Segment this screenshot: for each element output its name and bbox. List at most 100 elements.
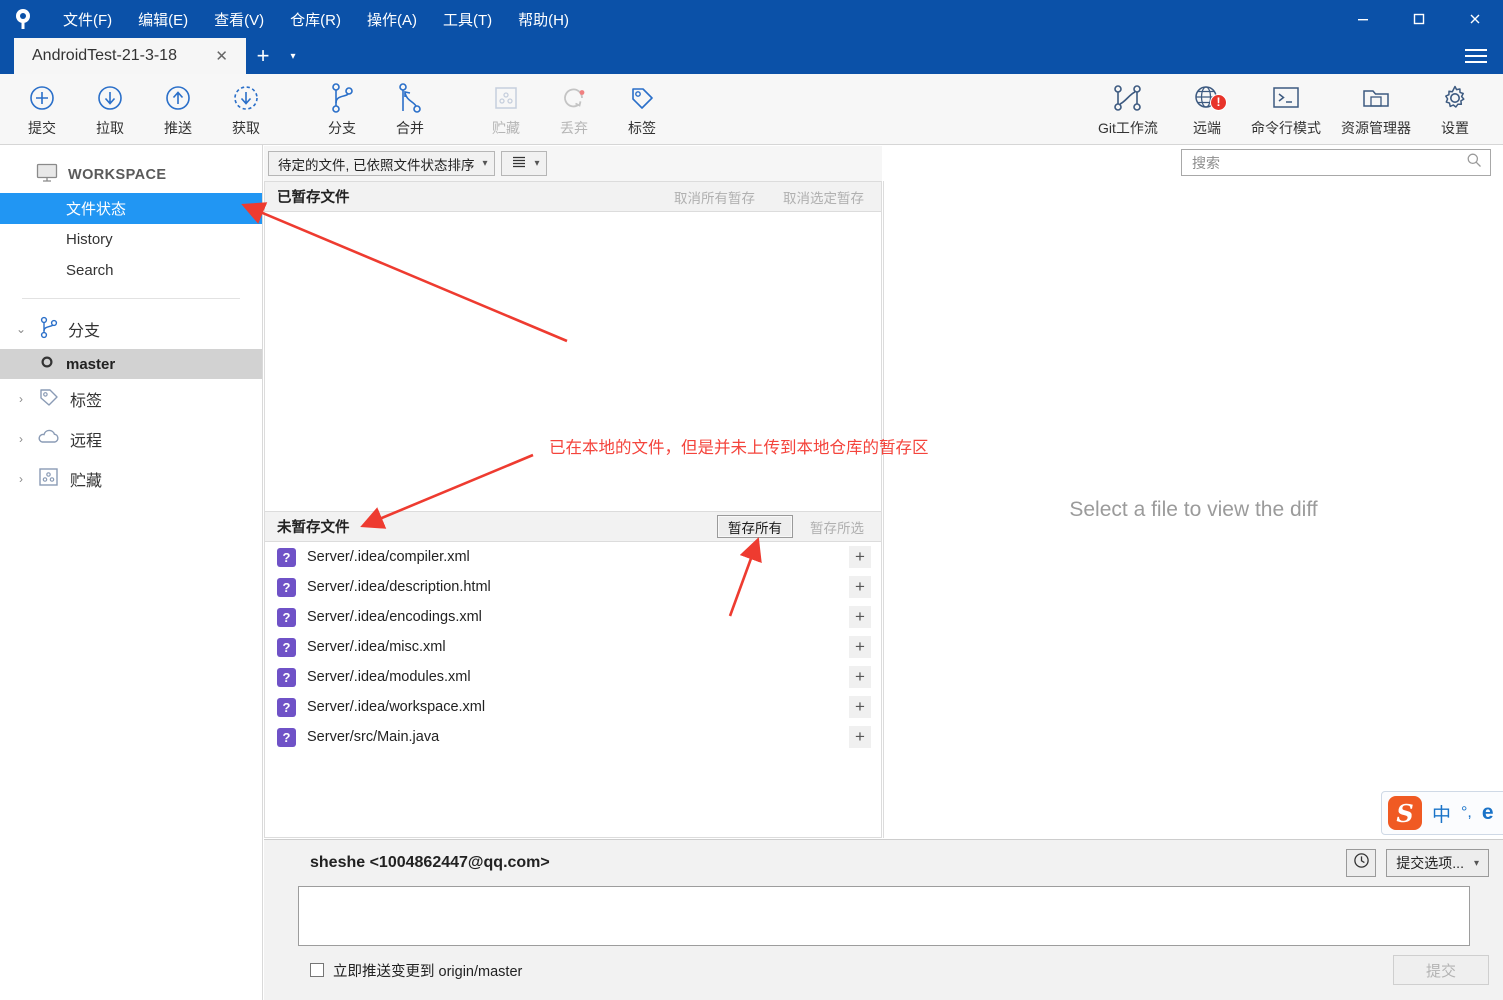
search-input[interactable] <box>1192 154 1466 171</box>
unstage-selected-button[interactable]: 取消选定暂存 <box>772 185 875 208</box>
toolbar-tag-button[interactable]: 标签 <box>608 76 676 142</box>
staged-files-title: 已暂存文件 <box>277 190 350 206</box>
toolbar-remote-button[interactable]: ! 远端 <box>1173 76 1241 142</box>
stage-file-button[interactable]: + <box>849 576 871 598</box>
stage-file-button[interactable]: + <box>849 726 871 748</box>
menu-item-tools[interactable]: 工具(T) <box>430 3 505 36</box>
toolbar-stash-button[interactable]: 贮藏 <box>472 76 540 142</box>
sidebar-divider <box>22 298 240 299</box>
workspace-label: WORKSPACE <box>68 167 167 183</box>
list-item[interactable]: ? Server/src/Main.java + <box>265 722 881 752</box>
commit-button[interactable]: 提交 <box>1393 955 1489 985</box>
commit-author-label: sheshe <1004862447@qq.com> <box>310 854 550 871</box>
toolbar-explorer-button[interactable]: 资源管理器 <box>1331 76 1421 142</box>
app-logo-icon <box>0 0 46 38</box>
clock-history-icon <box>1353 852 1370 874</box>
toolbar-push-button[interactable]: 推送 <box>144 76 212 142</box>
list-item[interactable]: ? Server/.idea/misc.xml + <box>265 632 881 662</box>
tag-icon <box>37 386 61 413</box>
unstaged-files-section: 未暂存文件 暂存所有 暂存所选 ? Server/.idea/compiler.… <box>264 511 882 838</box>
toolbar-terminal-button[interactable]: 命令行模式 <box>1241 76 1331 142</box>
commit-message-input[interactable] <box>298 887 1469 945</box>
toolbar-discard-button[interactable]: 丢弃 <box>540 76 608 142</box>
search-box[interactable] <box>1181 149 1491 176</box>
toolbar-branch-button[interactable]: 分支 <box>308 76 376 142</box>
toolbar-merge-button[interactable]: 合并 <box>376 76 444 142</box>
gear-settings-icon <box>1440 81 1470 115</box>
commit-options-dropdown[interactable]: 提交选项... ▾ <box>1386 849 1489 877</box>
stage-file-button[interactable]: + <box>849 606 871 628</box>
sogou-logo-icon[interactable]: S <box>1388 796 1422 830</box>
hamburger-menu-icon[interactable] <box>1461 43 1491 69</box>
tab-androidtest[interactable]: AndroidTest-21-3-18 ✕ <box>14 38 246 74</box>
toolbar-commit-button[interactable]: 提交 <box>8 76 76 142</box>
list-item[interactable]: ? Server/.idea/workspace.xml + <box>265 692 881 722</box>
commit-history-button[interactable] <box>1346 849 1377 877</box>
list-item[interactable]: ? Server/.idea/modules.xml + <box>265 662 881 692</box>
pull-down-arrow-circle-icon <box>95 81 125 115</box>
list-view-icon <box>511 155 527 172</box>
menu-item-edit[interactable]: 编辑(E) <box>125 3 201 36</box>
view-mode-dropdown[interactable]: ▾ <box>500 151 547 176</box>
maximize-button[interactable] <box>1391 0 1447 38</box>
ime-punctuation-icon[interactable]: °, <box>1461 804 1472 822</box>
menu-item-actions[interactable]: 操作(A) <box>354 3 430 36</box>
unstage-all-button[interactable]: 取消所有暂存 <box>663 185 766 208</box>
toolbar-gitflow-button[interactable]: Git工作流 <box>1083 76 1173 142</box>
sidebar-item-file-status[interactable]: 文件状态 <box>0 193 262 224</box>
stage-selected-button[interactable]: 暂存所选 <box>799 515 875 538</box>
new-tab-button[interactable]: + <box>246 38 280 74</box>
list-item[interactable]: ? Server/.idea/compiler.xml + <box>265 542 881 572</box>
staged-files-list[interactable] <box>265 212 881 511</box>
ime-floating-bar[interactable]: S 中 °, e <box>1381 791 1503 835</box>
menu-item-file[interactable]: 文件(F) <box>50 3 125 36</box>
minimize-button[interactable] <box>1335 0 1391 38</box>
toolbar-fetch-button[interactable]: 获取 <box>212 76 280 142</box>
commit-panel: sheshe <1004862447@qq.com> 提交选项... ▾ 立即推… <box>264 839 1503 1000</box>
unstaged-files-title: 未暂存文件 <box>277 520 350 536</box>
menu-item-help[interactable]: 帮助(H) <box>505 3 582 36</box>
push-changes-checkbox[interactable] <box>310 963 324 977</box>
list-item[interactable]: ? Server/.idea/description.html + <box>265 572 881 602</box>
toolbar-left-group: 提交 拉取 推送 获取 分支 合并 贮藏 丢弃 标签 <box>0 76 676 142</box>
stash-box-icon <box>37 466 61 493</box>
sidebar-item-history[interactable]: History <box>0 224 262 255</box>
file-status-badge: ? <box>277 637 296 657</box>
menu-item-view[interactable]: 查看(V) <box>201 3 277 36</box>
stage-file-button[interactable]: + <box>849 696 871 718</box>
new-tab-caret-icon[interactable]: ▾ <box>280 38 306 74</box>
explorer-folder-icon <box>1360 81 1392 115</box>
chevron-down-icon: ▾ <box>1473 857 1479 869</box>
unstaged-files-list[interactable]: ? Server/.idea/compiler.xml + ? Server/.… <box>265 542 881 752</box>
tag-icon <box>627 81 657 115</box>
tab-close-icon[interactable]: ✕ <box>207 47 236 65</box>
sidebar-group-stashes[interactable]: › 贮藏 <box>0 459 262 499</box>
window-controls <box>1335 0 1503 38</box>
chevron-right-icon: › <box>19 392 23 406</box>
menu-item-repository[interactable]: 仓库(R) <box>277 3 354 36</box>
stage-file-button[interactable]: + <box>849 666 871 688</box>
close-button[interactable] <box>1447 0 1503 38</box>
toolbar-remote-label: 远端 <box>1193 119 1221 136</box>
sidebar-item-label: 文件状态 <box>66 201 127 218</box>
file-path-label: Server/.idea/misc.xml <box>307 639 446 655</box>
toolbar-settings-button[interactable]: 设置 <box>1421 76 1489 142</box>
ime-mode-label[interactable]: 中 <box>1432 800 1451 827</box>
sidebar-group-branches[interactable]: ⌄ 分支 <box>0 309 262 349</box>
sidebar-group-tags[interactable]: › 标签 <box>0 379 262 419</box>
push-changes-checkbox-row[interactable]: 立即推送变更到 origin/master <box>310 960 522 981</box>
stage-file-button[interactable]: + <box>849 636 871 658</box>
search-icon[interactable] <box>1466 152 1482 173</box>
stage-all-button[interactable]: 暂存所有 <box>717 515 793 538</box>
stage-file-button[interactable]: + <box>849 546 871 568</box>
sidebar-item-search[interactable]: Search <box>0 255 262 286</box>
sidebar-group-remotes[interactable]: › 远程 <box>0 419 262 459</box>
list-item[interactable]: ? Server/.idea/encodings.xml + <box>265 602 881 632</box>
toolbar-pull-button[interactable]: 拉取 <box>76 76 144 142</box>
ime-extra-icon[interactable]: e <box>1482 801 1494 825</box>
chevron-down-icon: ⌄ <box>15 322 27 336</box>
sidebar-branch-master[interactable]: master <box>0 349 262 379</box>
commit-message-box[interactable] <box>297 886 1470 946</box>
fetch-dashed-circle-icon <box>231 81 261 115</box>
sort-filter-dropdown[interactable]: 待定的文件, 已依照文件状态排序 ▾ <box>268 151 495 176</box>
